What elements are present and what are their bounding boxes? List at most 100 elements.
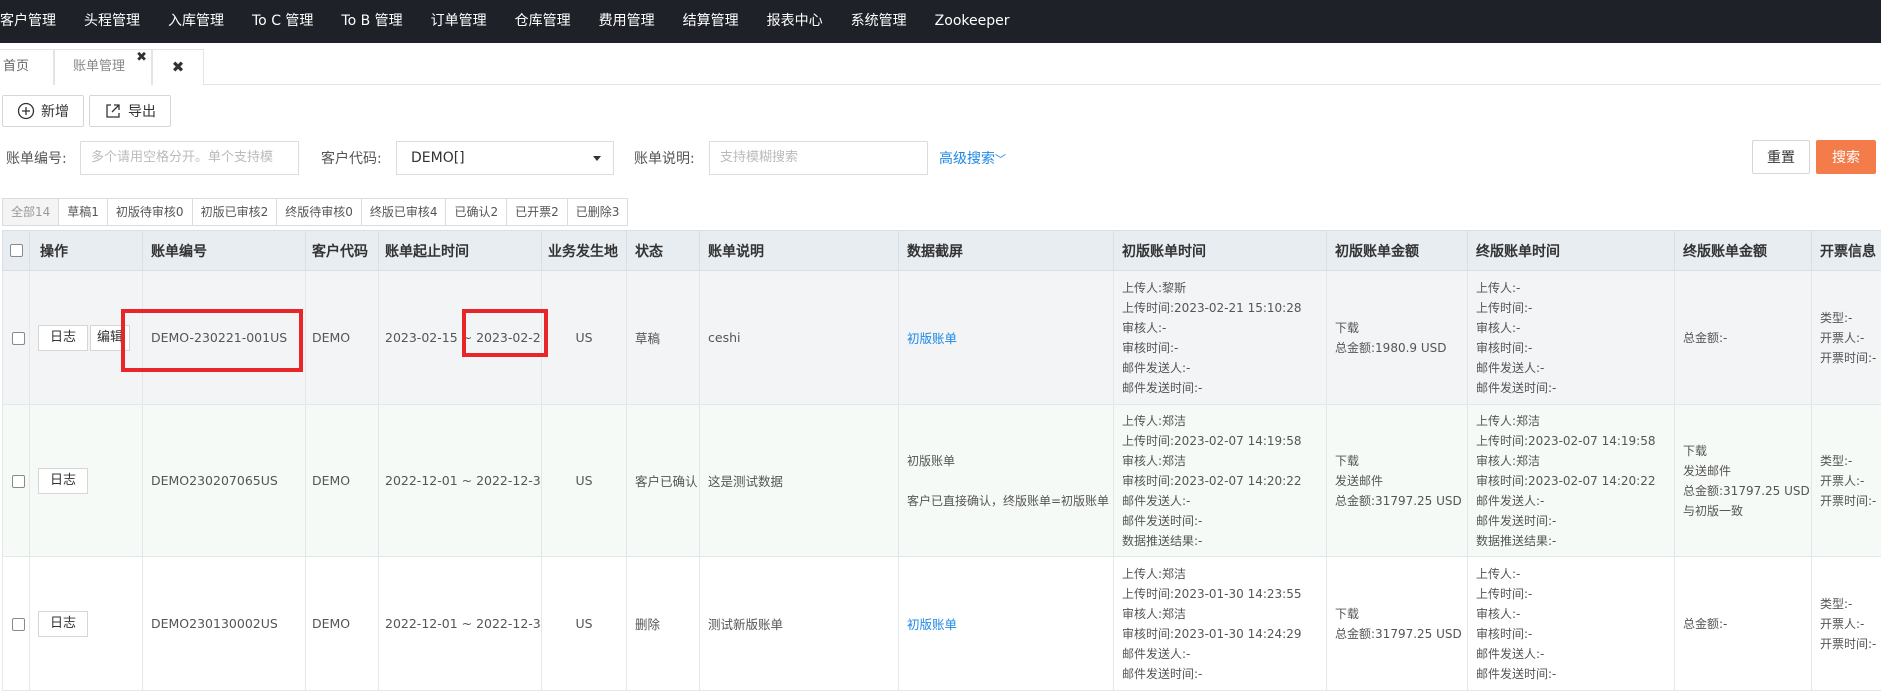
table-row[interactable]: 日志 DEMO230207065US DEMO 2022-12-01 ~ 202… — [2, 404, 1881, 557]
nav-tob[interactable]: To B 管理 — [327, 0, 416, 43]
match-note: 与初版一致 — [1683, 503, 1744, 518]
bill-no: DEMO230130002US — [142, 556, 306, 691]
download-link[interactable]: 下载 — [1335, 318, 1461, 338]
download-link[interactable]: 下载 — [1335, 451, 1461, 471]
initial-bill-link[interactable]: 初版账单 — [907, 328, 1107, 347]
initial-reviewer: 审核人:- — [1122, 320, 1167, 335]
nav-reports[interactable]: 报表中心 — [753, 0, 837, 43]
status-tab-invoiced[interactable]: 已开票2 — [506, 198, 568, 226]
row-select-cell — [2, 270, 30, 405]
initial-mail-time: 邮件发送时间:- — [1122, 380, 1203, 395]
final-mail-time: 邮件发送时间:- — [1476, 380, 1557, 395]
row-actions: 日志 — [29, 404, 143, 557]
download-link[interactable]: 下载 — [1683, 441, 1805, 461]
initial-bill-link[interactable]: 初版账单 — [907, 451, 1107, 471]
nav-toc[interactable]: To C 管理 — [238, 0, 327, 43]
initial-push-result: 数据推送结果:- — [1122, 533, 1203, 548]
initial-time-cell: 上传人:黎斯 上传时间:2023-02-21 15:10:28 审核人:- 审核… — [1113, 270, 1327, 405]
status: 客户已确认 — [626, 404, 700, 557]
col-initial-time: 初版账单时间 — [1113, 230, 1327, 271]
initial-reviewer: 审核人:郑洁 — [1122, 606, 1187, 621]
nav-customer[interactable]: 客户管理 — [0, 0, 70, 43]
final-upload-time: 上传时间:- — [1476, 300, 1533, 315]
chevron-down-icon: ﹀ — [995, 153, 1006, 166]
nav-orders[interactable]: 订单管理 — [417, 0, 501, 43]
add-button-label: 新增 — [41, 104, 69, 120]
initial-mail-sender: 邮件发送人:- — [1122, 493, 1191, 508]
status-tab-confirmed[interactable]: 已确认2 — [445, 198, 508, 226]
col-action: 操作 — [29, 230, 143, 271]
tab-close-icon[interactable]: ✖ — [136, 41, 147, 75]
add-button[interactable]: 新增 — [2, 95, 84, 127]
customer-code-select[interactable]: DEMO[] — [396, 141, 614, 175]
nav-first-leg[interactable]: 头程管理 — [70, 0, 154, 43]
final-total: 总金额:31797.25 USD — [1683, 483, 1810, 498]
customer-code: DEMO — [305, 556, 379, 691]
final-reviewer: 审核人:郑洁 — [1476, 453, 1541, 468]
status-tab-deleted[interactable]: 已删除3 — [566, 198, 629, 226]
download-link[interactable]: 下载 — [1335, 604, 1461, 624]
log-button[interactable]: 日志 — [38, 324, 89, 351]
status-tab-final-pending[interactable]: 终版待审核0 — [276, 198, 362, 226]
search-button[interactable]: 搜索 — [1816, 140, 1876, 174]
invoice-issuer: 开票人:- — [1820, 473, 1865, 488]
bill-desc: ceshi — [699, 270, 899, 405]
send-email-link[interactable]: 发送邮件 — [1683, 461, 1805, 481]
reset-button[interactable]: 重置 — [1752, 140, 1810, 174]
status-tab-draft[interactable]: 草稿1 — [58, 198, 108, 226]
initial-mail-sender: 邮件发送人:- — [1122, 646, 1191, 661]
nav-warehouse[interactable]: 仓库管理 — [501, 0, 585, 43]
final-reviewer: 审核人:- — [1476, 606, 1521, 621]
row-select-cell — [2, 404, 30, 557]
advanced-search-link[interactable]: 高级搜索﹀ — [939, 148, 1006, 168]
status-tab-final-approved[interactable]: 终版已审核4 — [360, 198, 447, 226]
export-button-label: 导出 — [128, 104, 156, 120]
status: 草稿 — [626, 270, 700, 405]
final-review-time: 审核时间:- — [1476, 340, 1533, 355]
final-mail-time: 邮件发送时间:- — [1476, 666, 1557, 681]
close-all-tabs-icon[interactable]: ✖ — [152, 49, 204, 85]
final-uploader: 上传人:- — [1476, 280, 1521, 295]
bill-no-input[interactable]: 多个请用空格分开。单个支持模 — [80, 141, 299, 175]
status-tab-initial-approved[interactable]: 初版已审核2 — [191, 198, 278, 226]
initial-upload-time: 上传时间:2023-02-21 15:10:28 — [1122, 300, 1302, 315]
nav-settlement[interactable]: 结算管理 — [669, 0, 753, 43]
tab-home[interactable]: 首页 — [0, 49, 54, 85]
bill-period: 2022-12-01 ~ 2022-12-31 — [378, 404, 542, 557]
table-row[interactable]: 日志 DEMO230130002US DEMO 2022-12-01 ~ 202… — [2, 556, 1881, 691]
initial-reviewer: 审核人:郑洁 — [1122, 453, 1187, 468]
invoice-time: 开票时间:- — [1820, 493, 1877, 508]
final-reviewer: 审核人:- — [1476, 320, 1521, 335]
col-final-amount: 终版账单金额 — [1674, 230, 1812, 271]
final-mail-sender: 邮件发送人:- — [1476, 493, 1545, 508]
nav-system[interactable]: 系统管理 — [837, 0, 921, 43]
status-tab-initial-pending[interactable]: 初版待审核0 — [106, 198, 193, 226]
nav-fees[interactable]: 费用管理 — [585, 0, 669, 43]
screenshot-cell: 初版账单 客户已直接确认，终版账单=初版账单 — [898, 404, 1114, 557]
initial-bill-link[interactable]: 初版账单 — [907, 614, 1107, 633]
initial-mail-time: 邮件发送时间:- — [1122, 513, 1203, 528]
initial-review-time: 审核时间:- — [1122, 340, 1179, 355]
col-invoice: 开票信息 — [1811, 230, 1881, 271]
region: US — [541, 556, 627, 691]
initial-mail-time: 邮件发送时间:- — [1122, 666, 1203, 681]
export-button[interactable]: 导出 — [89, 95, 171, 127]
row-checkbox[interactable] — [12, 475, 25, 488]
col-customer: 客户代码 — [305, 230, 379, 271]
initial-total: 总金额:31797.25 USD — [1335, 493, 1462, 508]
status-tab-all[interactable]: 全部14 — [2, 198, 60, 226]
row-checkbox[interactable] — [12, 332, 25, 345]
plus-circle-icon — [17, 102, 35, 120]
initial-amount-cell: 下载 总金额:1980.9 USD — [1326, 270, 1468, 405]
select-all-checkbox[interactable] — [10, 244, 23, 257]
row-checkbox[interactable] — [12, 618, 25, 631]
nav-inbound[interactable]: 入库管理 — [154, 0, 238, 43]
invoice-issuer: 开票人:- — [1820, 616, 1865, 631]
log-button[interactable]: 日志 — [38, 610, 89, 637]
tab-bill-management[interactable]: 账单管理 ✖ — [54, 49, 152, 85]
bill-desc-input[interactable]: 支持模糊搜索 — [709, 141, 928, 175]
nav-zookeeper[interactable]: Zookeeper — [921, 0, 1024, 43]
send-email-link[interactable]: 发送邮件 — [1335, 471, 1461, 491]
log-button[interactable]: 日志 — [38, 467, 89, 494]
invoice-time: 开票时间:- — [1820, 350, 1877, 365]
